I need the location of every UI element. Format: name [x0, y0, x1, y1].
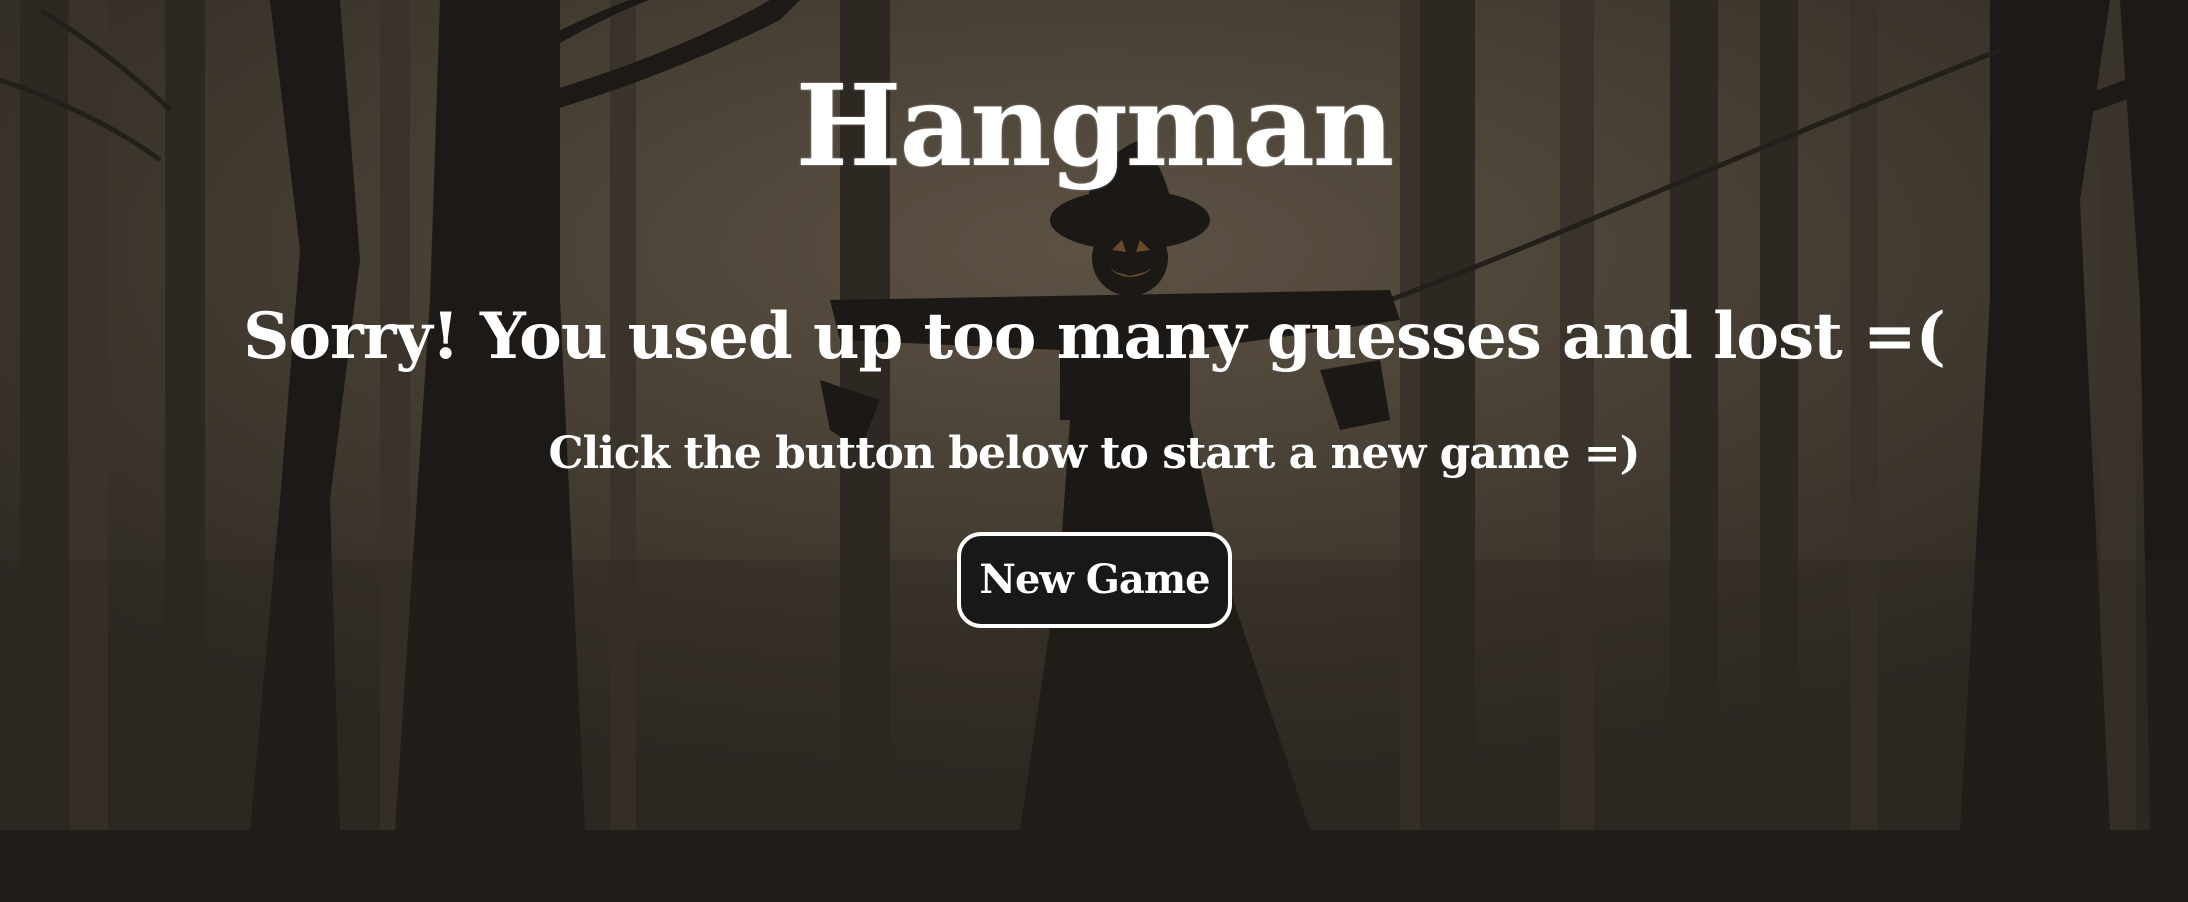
- footer-bar: [0, 830, 2188, 902]
- game-content: Hangman Sorry! You used up too many gues…: [0, 0, 2188, 830]
- new-game-instruction: Click the button below to start a new ga…: [548, 428, 1640, 479]
- game-title: Hangman: [795, 61, 1395, 192]
- game-over-message: Sorry! You used up too many guesses and …: [243, 299, 1946, 374]
- game-page: Hangman Sorry! You used up too many gues…: [0, 0, 2188, 902]
- new-game-button[interactable]: New Game: [957, 532, 1232, 628]
